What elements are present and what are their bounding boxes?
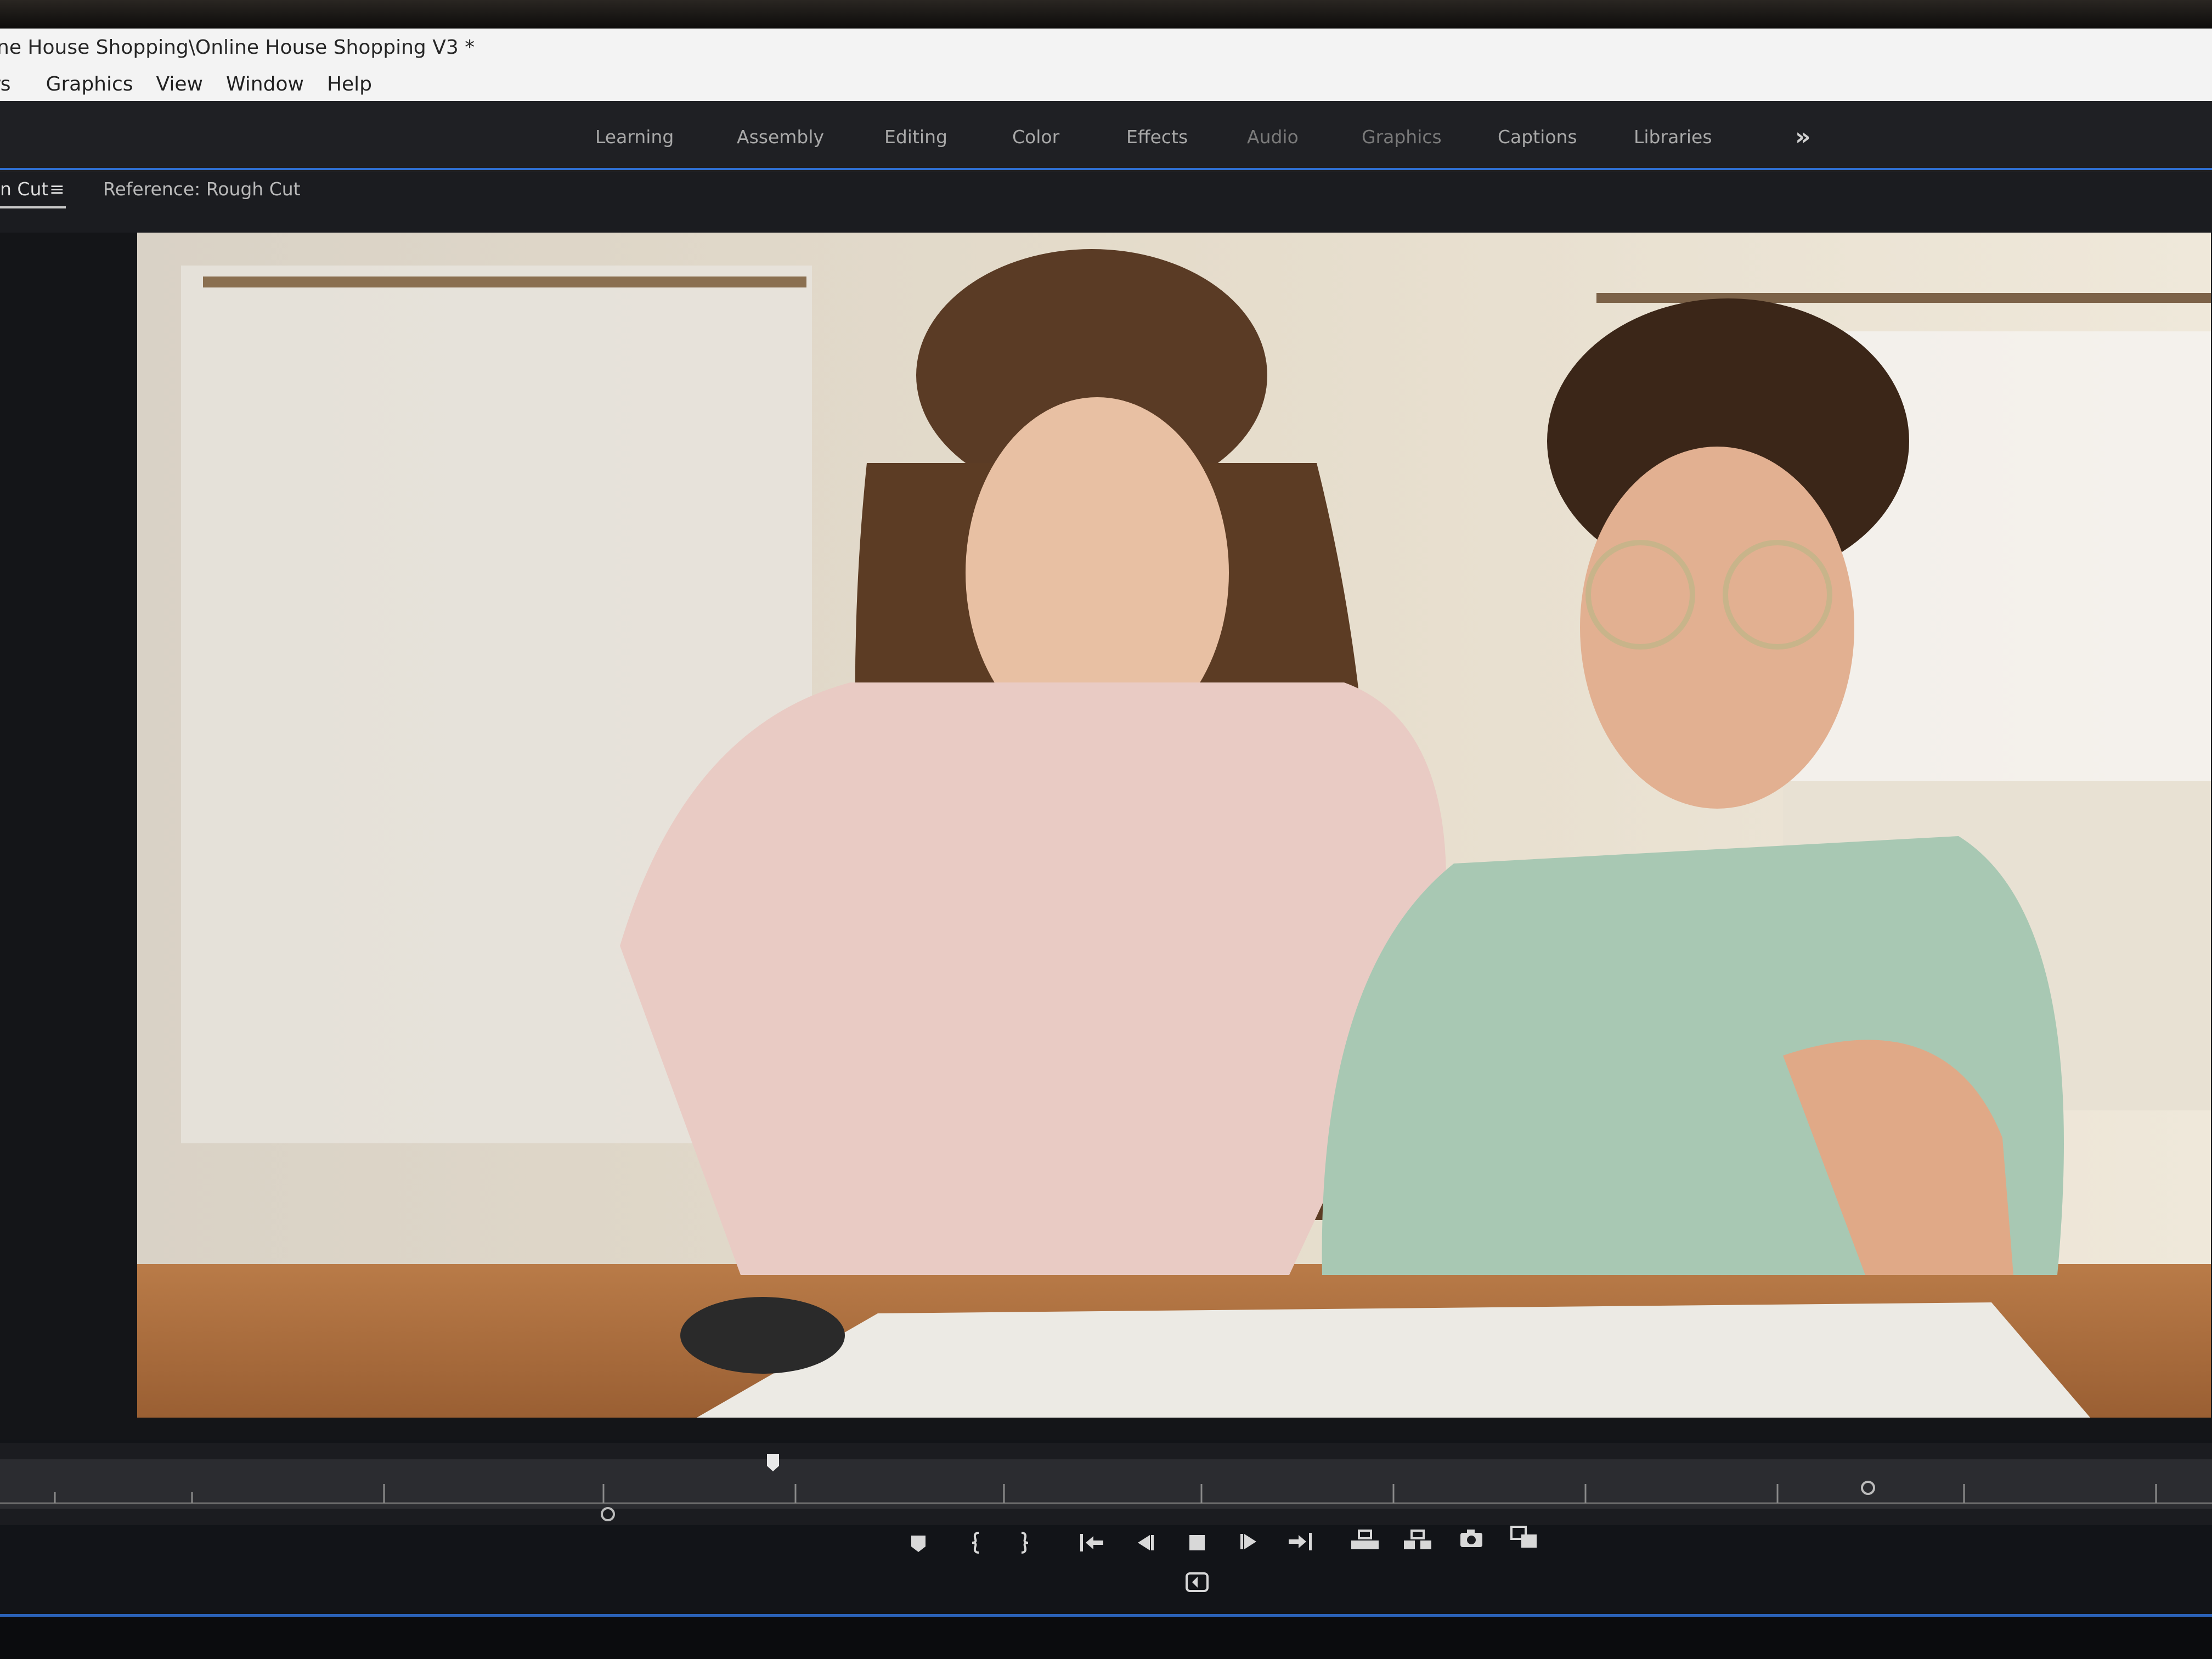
video-frame-illustration [137,233,2211,1418]
add-marker-icon[interactable] [903,1528,934,1559]
step-forward-icon[interactable] [1234,1526,1265,1557]
lift-icon[interactable] [1350,1524,1380,1555]
tab-graphics[interactable]: Graphics [1362,126,1442,148]
tab-learning[interactable]: Learning [595,126,674,148]
sequence-tab-label: n Cut [0,178,49,200]
time-ruler[interactable] [0,1443,2212,1525]
monitor-bezel-top [0,0,2212,29]
tab-editing[interactable]: Editing [884,126,947,148]
monitor-bezel-bottom [0,1617,2212,1659]
tab-libraries[interactable]: Libraries [1634,126,1712,148]
reference-label: Reference: Rough Cut [103,178,301,200]
workspace-accent-line [0,168,2212,170]
extract-icon[interactable] [1402,1524,1433,1555]
menu-bar: rs Graphics View Window Help [0,67,2212,101]
menu-item-help[interactable]: Help [327,73,372,95]
comparison-view-icon[interactable] [1509,1522,1539,1553]
tab-assembly[interactable]: Assembly [737,126,824,148]
menu-item-graphics[interactable]: Graphics [46,73,133,95]
program-monitor-header: n Cut ≡ Reference: Rough Cut [0,172,2212,233]
transport-controls [0,1514,2212,1596]
mark-in-icon[interactable] [961,1527,992,1558]
loop-icon[interactable] [1182,1567,1212,1598]
export-frame-icon[interactable] [1456,1523,1487,1554]
hamburger-icon[interactable]: ≡ [49,172,65,206]
tab-audio[interactable]: Audio [1247,126,1299,148]
mark-out-icon[interactable] [1008,1527,1039,1558]
tab-captions[interactable]: Captions [1498,126,1577,148]
menu-item-partial[interactable]: rs [0,73,11,95]
go-to-out-icon[interactable] [1285,1526,1316,1557]
go-to-in-icon[interactable] [1076,1527,1107,1558]
stop-icon[interactable] [1182,1527,1212,1558]
window-title: ne House Shopping\Online House Shopping … [0,36,475,59]
video-frame [137,233,2211,1418]
sequence-tab[interactable]: n Cut ≡ [0,172,66,208]
menu-item-view[interactable]: View [156,73,203,95]
title-bar: ne House Shopping\Online House Shopping … [0,29,2212,67]
menu-item-window[interactable]: Window [226,73,304,95]
workspace-bar: Learning Assembly Editing Color Effects … [0,101,2212,172]
tab-effects[interactable]: Effects [1126,126,1188,148]
time-ruler-graphic [0,1454,2212,1521]
double-chevron-right-icon[interactable]: » [1795,123,1810,151]
step-back-icon[interactable] [1129,1527,1160,1558]
tab-color[interactable]: Color [1012,126,1059,148]
